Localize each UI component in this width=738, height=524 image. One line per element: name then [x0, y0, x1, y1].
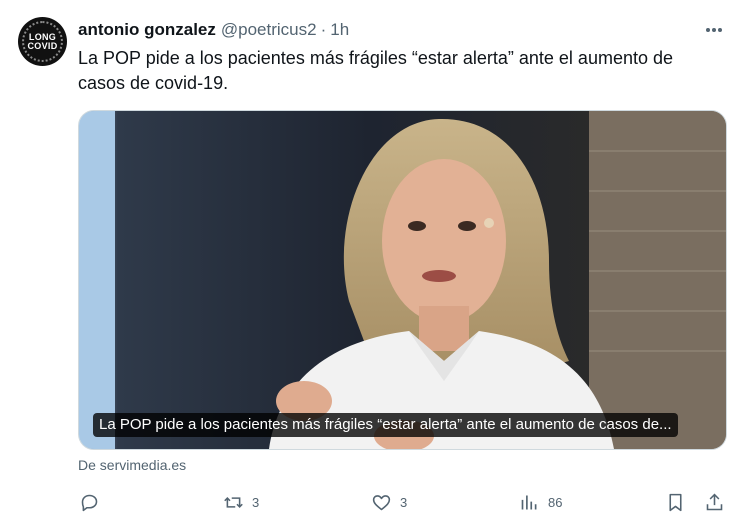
tweet-time[interactable]: 1h — [330, 20, 349, 40]
reply-icon — [81, 494, 98, 511]
retweet-count: 3 — [252, 494, 260, 510]
author-name[interactable]: antonio gonzalez — [78, 20, 216, 40]
tweet-text: La POP pide a los pacientes más frágiles… — [78, 48, 674, 93]
card-photo — [79, 111, 726, 449]
card-source-link[interactable]: De servimedia.es — [78, 457, 186, 473]
views-count: 86 — [548, 494, 563, 510]
views-button[interactable]: 86 — [519, 486, 562, 518]
views-icon — [521, 495, 537, 509]
share-button[interactable] — [704, 486, 725, 518]
avatar-text-covid: COVID — [27, 40, 58, 51]
action-bar: 3 3 86 — [0, 486, 738, 518]
author-avatar[interactable]: LONG COVID — [18, 17, 67, 66]
more-icon — [706, 28, 722, 32]
more-button[interactable] — [704, 20, 724, 40]
reply-button[interactable] — [79, 486, 108, 518]
author-handle[interactable]: @poetricus2 — [221, 20, 317, 40]
link-card[interactable]: La POP pide a los pacientes más frágiles… — [78, 110, 727, 450]
bookmark-icon — [669, 493, 682, 511]
like-icon — [372, 494, 391, 510]
retweet-icon — [224, 496, 243, 508]
retweet-button[interactable]: 3 — [223, 486, 259, 518]
share-icon — [706, 493, 723, 510]
separator-dot: · — [320, 20, 327, 39]
tweet-header: antonio gonzalez @poetricus2 · 1h — [78, 19, 349, 41]
card-caption: La POP pide a los pacientes más frágiles… — [93, 413, 678, 437]
bookmark-button[interactable] — [665, 486, 686, 518]
like-button[interactable]: 3 — [371, 486, 407, 518]
like-count: 3 — [400, 494, 408, 510]
